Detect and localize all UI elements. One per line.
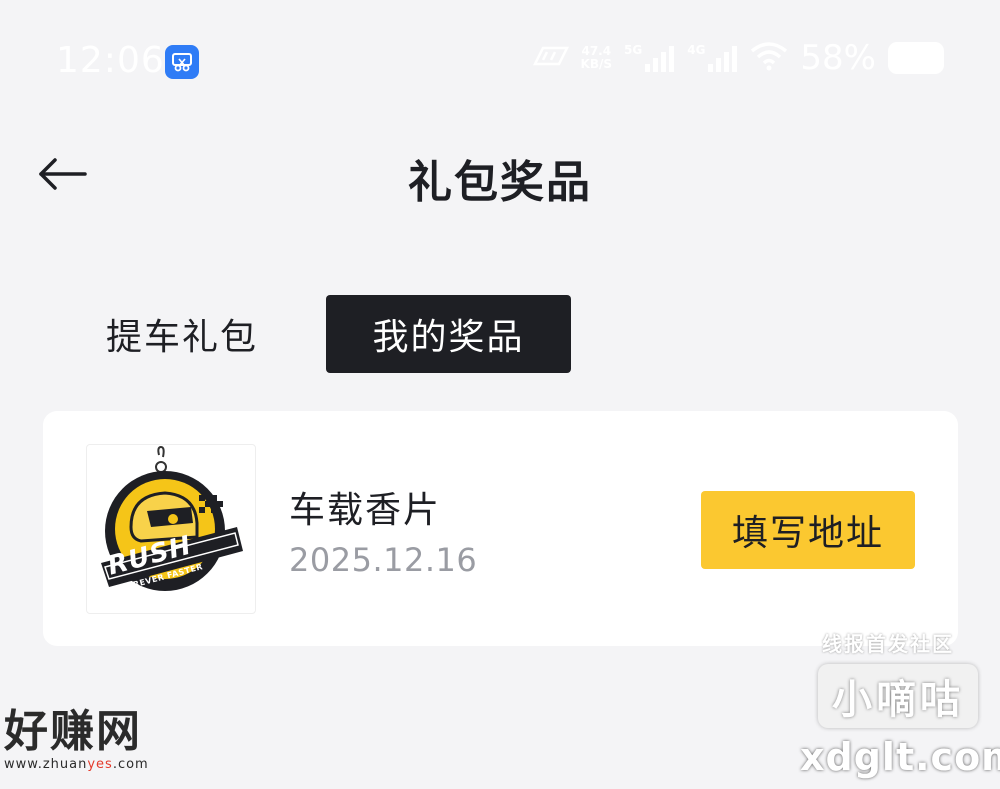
tab-my-prizes[interactable]: 我的奖品 (326, 295, 571, 373)
page-title: 礼包奖品 (408, 157, 592, 208)
signal-5g-icon: 5G (624, 44, 675, 72)
watermark-right-url: xdglt.com (800, 735, 1000, 779)
watermark-left-url: www.zhuanyes.com (4, 757, 149, 772)
status-time: 12:06 (56, 40, 165, 81)
network-speed: 47.4 KB/S (580, 44, 613, 71)
tab-pickup-gift[interactable]: 提车礼包 (80, 295, 284, 373)
scissors-icon (165, 45, 199, 79)
watermark-right-tagline: 线报首发社区 (822, 632, 954, 656)
prize-name: 车载香片 (289, 490, 442, 531)
prize-date: 2025.12.16 (289, 541, 478, 579)
signal-4g-icon: 4G (687, 44, 738, 72)
wifi-icon (750, 41, 788, 75)
status-indicators: 47.4 KB/S 5G 4G 58% (531, 38, 944, 78)
watermark-right-logo: 小嘀咕 (818, 664, 978, 728)
battery-icon (888, 42, 944, 74)
prize-card: RUSH FOREVER FASTER 车载香片 2025.12.16 填写地址 (43, 411, 958, 646)
hd-icon (531, 44, 569, 72)
prize-image: RUSH FOREVER FASTER (86, 444, 256, 614)
fill-address-button[interactable]: 填写地址 (701, 491, 915, 569)
watermark-left-title: 好赚网 (4, 706, 142, 757)
battery-percent: 58% (800, 38, 876, 78)
status-bar: 12:06 47.4 KB/S 5G 4G 58% (0, 0, 1000, 120)
watermark-left: 好赚网 www.zhuanyes.com (4, 706, 149, 773)
